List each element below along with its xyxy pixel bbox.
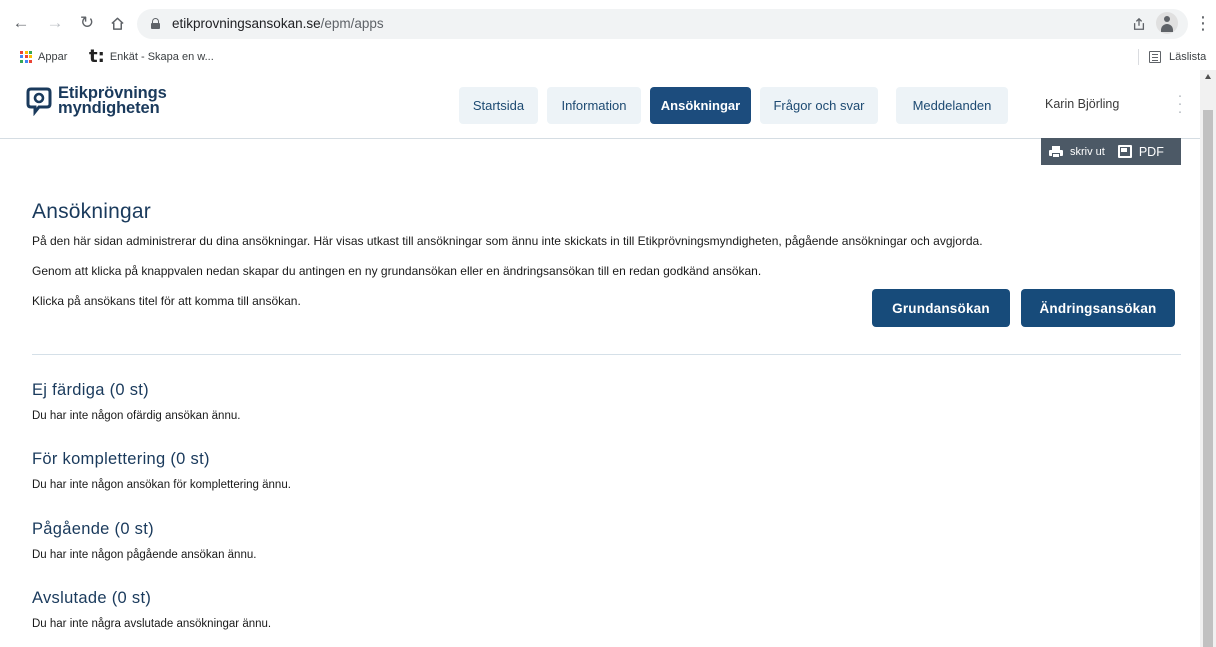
page-title: Ansökningar (32, 200, 151, 223)
section-title-unfinished: Ej färdiga (0 st) (32, 381, 149, 399)
address-url[interactable]: etikprovningsansokan.se/epm/apps (172, 16, 384, 31)
logo-mark-icon (26, 86, 52, 117)
user-name[interactable]: Karin Björling (1045, 97, 1119, 111)
reload-icon[interactable]: ↻ (76, 12, 98, 34)
user-menu-icon[interactable]: · · · (1175, 88, 1185, 119)
bookmarks-bar: Appar t: Enkät - Skapa en w... Läslista (0, 44, 1216, 70)
section-text-closed: Du har inte några avslutade ansökningar … (32, 618, 272, 630)
nav-meddelanden[interactable]: Meddelanden (896, 87, 1008, 124)
apps-grid-icon (20, 50, 33, 64)
bookmark-label: Enkät - Skapa en w... (109, 51, 214, 63)
site-header: Etikprövnings myndigheten Startsida Info… (0, 70, 1200, 139)
bookmark-survey[interactable]: t: Enkät - Skapa en w... (89, 47, 214, 67)
section-title-supplement: För komplettering (0 st) (32, 450, 210, 468)
scroll-up-arrow-icon[interactable] (1205, 74, 1211, 79)
bookmark-apps[interactable]: Appar (20, 47, 67, 67)
reading-list-label: Läslista (1169, 51, 1207, 63)
section-title-closed: Avslutade (0 st) (32, 589, 152, 607)
intro-paragraph: Klicka på ansökans titel för att komma t… (32, 294, 301, 308)
profile-avatar-icon[interactable] (1156, 12, 1178, 34)
nav-startsida[interactable]: Startsida (459, 87, 538, 124)
site-logo[interactable]: Etikprövnings myndigheten (26, 85, 167, 117)
home-icon[interactable] (106, 12, 128, 34)
section-divider (32, 354, 1181, 355)
intro-paragraph: På den här sidan administrerar du dina a… (32, 234, 983, 248)
new-change-application-button[interactable]: Ändringsansökan (1021, 289, 1175, 327)
back-icon[interactable]: ← (10, 12, 32, 34)
share-icon[interactable] (1129, 14, 1149, 34)
divider (1138, 49, 1139, 65)
logo-text: Etikprövnings myndigheten (58, 85, 167, 117)
section-title-ongoing: Pågående (0 st) (32, 520, 154, 538)
scroll-thumb[interactable] (1203, 110, 1213, 647)
intro-paragraph: Genom att klicka på knappvalen nedan ska… (32, 264, 762, 278)
logo-line-2: myndigheten (58, 99, 160, 117)
lock-icon (151, 18, 160, 29)
browser-chrome: ← → ↻ etikprovningsansokan.se/epm/apps ☆… (0, 0, 1216, 70)
print-link[interactable]: skriv ut (1070, 146, 1105, 158)
address-bar[interactable]: etikprovningsansokan.se/epm/apps ☆ (137, 9, 1188, 39)
section-text-supplement: Du har inte någon ansökan för kompletter… (32, 479, 291, 491)
page-viewport: Etikprövnings myndigheten Startsida Info… (0, 70, 1216, 647)
nav-ansokningar[interactable]: Ansökningar (650, 87, 751, 124)
section-text-unfinished: Du har inte någon ofärdig ansökan ännu. (32, 410, 241, 422)
printer-icon[interactable] (1049, 145, 1063, 158)
bookmark-label: Appar (38, 51, 68, 63)
nav-information[interactable]: Information (547, 87, 641, 124)
nav-fragor-och-svar[interactable]: Frågor och svar (760, 87, 878, 124)
page-scrollbar[interactable] (1200, 70, 1216, 647)
new-basic-application-button[interactable]: Grundansökan (872, 289, 1010, 327)
pdf-link[interactable]: PDF (1139, 145, 1164, 159)
pdf-icon[interactable] (1117, 145, 1132, 158)
browser-menu-icon[interactable]: ⋮ (1194, 12, 1212, 34)
forward-icon[interactable]: → (44, 12, 66, 34)
reading-list-icon (1149, 51, 1161, 63)
survey-logo-icon: t: (89, 46, 105, 67)
browser-toolbar: ← → ↻ etikprovningsansokan.se/epm/apps ☆… (0, 0, 1216, 44)
print-toolbar: skriv ut PDF (1041, 138, 1181, 165)
section-text-ongoing: Du har inte någon pågående ansökan ännu. (32, 549, 257, 561)
reading-list[interactable]: Läslista (1138, 47, 1206, 67)
